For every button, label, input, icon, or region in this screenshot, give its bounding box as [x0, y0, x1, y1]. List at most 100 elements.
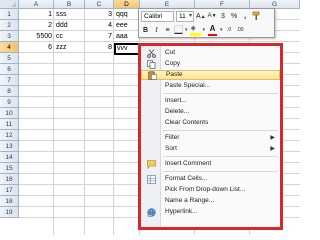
row-header[interactable]: 12	[0, 130, 19, 141]
menu-item-clear-contents[interactable]: Clear Contents	[141, 118, 280, 128]
shrink-font-icon[interactable]: A▼	[208, 11, 217, 22]
row-header[interactable]: 15	[0, 163, 19, 174]
menu-item-icon-placeholder	[141, 144, 161, 154]
mini-toolbar-row-bottom: B I ≡ ▾ ◈ ▾ A ▾ .0 .00	[141, 24, 272, 37]
comma-style-icon[interactable]: ,	[241, 11, 250, 22]
menu-item-name-a-range[interactable]: Name a Range...	[141, 196, 280, 206]
cell-a1[interactable]: 1	[19, 9, 54, 20]
menu-item-paste[interactable]: Paste	[141, 70, 280, 81]
currency-icon[interactable]: $	[219, 11, 228, 22]
menu-separator	[163, 156, 278, 157]
menu-item-icon-placeholder	[141, 133, 161, 143]
column-header-a[interactable]: A	[19, 0, 54, 9]
row-header[interactable]: 5	[0, 53, 19, 64]
menu-item-insert[interactable]: Insert...	[141, 96, 280, 106]
menu-item-label: Cut	[165, 49, 176, 57]
menu-item-format-cells[interactable]: Format Cells...	[141, 174, 280, 184]
row-header[interactable]: 17	[0, 185, 19, 196]
menu-item-filter[interactable]: Filter ▶	[141, 133, 280, 143]
format-cells-icon	[141, 174, 161, 184]
italic-button[interactable]: I	[152, 25, 161, 36]
menu-separator	[163, 130, 278, 131]
cell-b4[interactable]: zzz	[54, 42, 85, 53]
cell-c3[interactable]: 7	[85, 31, 114, 42]
cell-d1[interactable]: qqq	[114, 9, 140, 20]
menu-item-hyperlink[interactable]: Hyperlink...	[141, 207, 280, 217]
menu-item-icon-placeholder	[141, 81, 161, 91]
cell-d4[interactable]: vvv	[115, 43, 139, 54]
menu-item-icon-placeholder	[141, 185, 161, 195]
increase-decimal-icon[interactable]: .00	[236, 25, 245, 36]
column-header-b[interactable]: B	[54, 0, 85, 9]
bold-button[interactable]: B	[141, 25, 150, 36]
paste-icon	[142, 70, 162, 80]
menu-item-delete[interactable]: Delete...	[141, 107, 280, 117]
row-header[interactable]: 9	[0, 97, 19, 108]
cell-a4[interactable]: 6	[19, 42, 54, 53]
row-header[interactable]: 13	[0, 141, 19, 152]
menu-item-pick-from-dropdown[interactable]: Pick From Drop-down List...	[141, 185, 280, 195]
fill-color-dropdown-icon[interactable]: ▾	[203, 25, 206, 36]
fill-color-icon[interactable]: ◈	[189, 25, 201, 36]
borders-icon[interactable]	[174, 25, 183, 36]
font-color-icon[interactable]: A	[207, 25, 218, 36]
row-header[interactable]: 7	[0, 75, 19, 86]
menu-separator	[163, 93, 278, 94]
menu-separator	[163, 171, 278, 172]
menu-item-cut[interactable]: Cut	[141, 48, 280, 58]
row-header[interactable]: 2	[0, 20, 19, 31]
row-header[interactable]: 8	[0, 86, 19, 97]
row-header[interactable]: 6	[0, 64, 19, 75]
cell-d2[interactable]: eee	[114, 20, 140, 31]
row-header[interactable]: 10	[0, 108, 19, 119]
menu-item-label: Copy	[165, 60, 181, 68]
menu-item-copy[interactable]: Copy	[141, 59, 280, 69]
row-header[interactable]: 14	[0, 152, 19, 163]
font-name-box[interactable]: Calibri	[141, 11, 174, 22]
row-header[interactable]: 1	[0, 9, 19, 20]
cell-b3[interactable]: cc	[54, 31, 85, 42]
row-header[interactable]: 16	[0, 174, 19, 185]
row-header[interactable]: 3	[0, 31, 19, 42]
menu-item-label: Name a Range...	[165, 197, 215, 205]
menu-item-label: Format Cells...	[165, 175, 208, 183]
row-header[interactable]: 4	[0, 42, 19, 53]
grow-font-icon[interactable]: A▲	[196, 11, 206, 22]
borders-dropdown-icon[interactable]: ▾	[185, 25, 188, 36]
center-align-icon[interactable]: ≡	[163, 25, 172, 36]
menu-item-sort[interactable]: Sort ▶	[141, 144, 280, 154]
submenu-arrow-icon: ▶	[270, 146, 275, 152]
font-color-dropdown-icon[interactable]: ▾	[220, 25, 223, 36]
percent-icon[interactable]: %	[230, 11, 239, 22]
context-menu: Cut Copy Paste Paste Special... Insert..…	[138, 43, 283, 230]
cell-c4[interactable]: 8	[85, 42, 114, 53]
mini-toolbar: Calibri 11 A▲ A▼ $ % , B I ≡ ▾ ◈ ▾ A ▾ .…	[138, 8, 275, 38]
menu-item-label: Hyperlink...	[165, 208, 198, 216]
cell-a3[interactable]: 5500	[19, 31, 54, 42]
menu-item-label: Pick From Drop-down List...	[165, 186, 246, 194]
scissors-icon	[141, 48, 161, 58]
decrease-decimal-icon[interactable]: .0	[225, 25, 234, 36]
cell-b2[interactable]: ddd	[54, 20, 85, 31]
menu-item-insert-comment[interactable]: Insert Comment	[141, 159, 280, 169]
menu-item-icon-placeholder	[141, 118, 161, 128]
menu-item-icon-placeholder	[141, 196, 161, 206]
format-painter-icon[interactable]	[252, 11, 261, 22]
cell-c2[interactable]: 4	[85, 20, 114, 31]
column-header-c[interactable]: C	[85, 0, 114, 9]
menu-item-icon-placeholder	[141, 96, 161, 106]
cell-c1[interactable]: 3	[85, 9, 114, 20]
menu-item-paste-special[interactable]: Paste Special...	[141, 81, 280, 91]
menu-item-label: Insert...	[165, 97, 187, 105]
copy-icon	[141, 59, 161, 69]
cell-b1[interactable]: sss	[54, 9, 85, 20]
menu-item-icon-placeholder	[141, 107, 161, 117]
cell-a2[interactable]: 2	[19, 20, 54, 31]
column-header-d[interactable]: D	[114, 0, 140, 9]
select-all-button[interactable]	[0, 0, 19, 9]
row-header[interactable]: 18	[0, 196, 19, 207]
row-header[interactable]: 19	[0, 207, 19, 218]
row-header[interactable]: 11	[0, 119, 19, 130]
font-size-box[interactable]: 11	[176, 11, 194, 22]
cell-d3[interactable]: aaa	[114, 31, 140, 42]
